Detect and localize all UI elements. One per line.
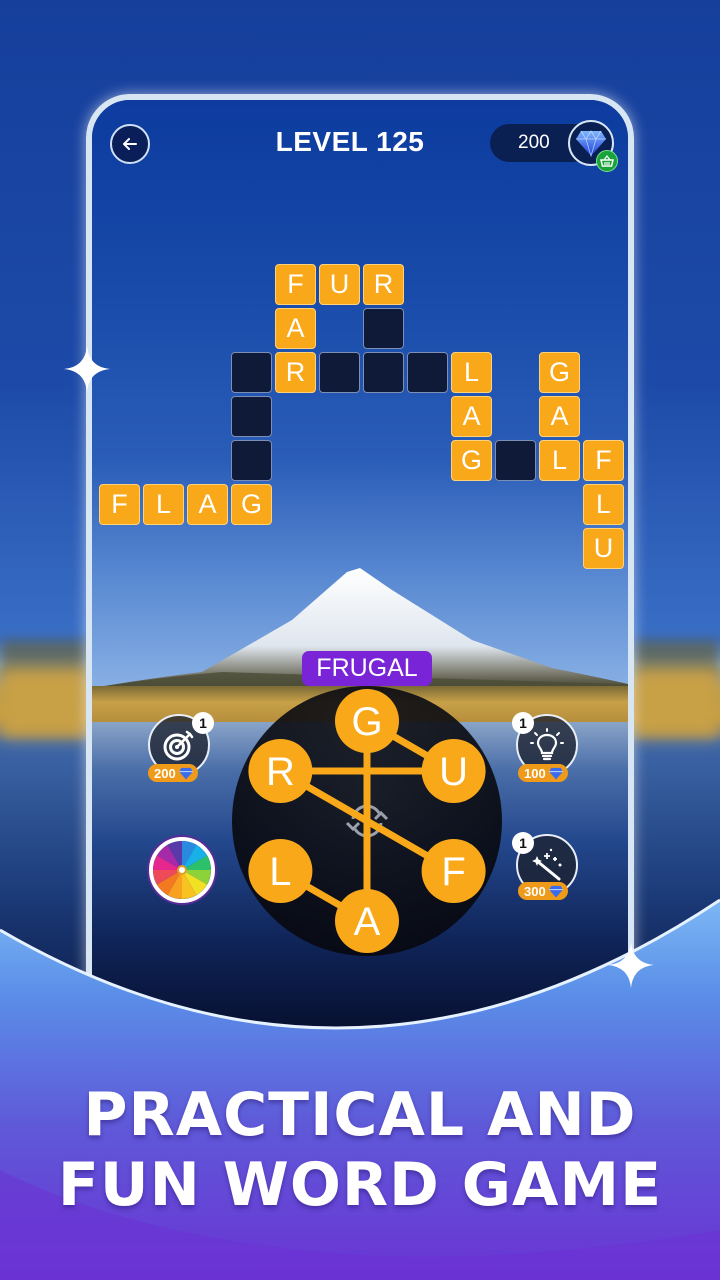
top-bar: LEVEL 125 200 xyxy=(92,100,628,190)
wheel-letter-label: L xyxy=(269,850,291,894)
grid-tile-letter: R xyxy=(363,264,404,305)
basket-icon xyxy=(600,155,614,167)
letter-wheel[interactable]: G U F A L R xyxy=(232,686,502,956)
wheel-letter-label: R xyxy=(266,750,295,794)
wheel-letter-label: G xyxy=(351,700,382,744)
grid-tile-letter: U xyxy=(319,264,360,305)
magic-booster-price: 300 xyxy=(518,882,568,900)
magic-wand-icon xyxy=(532,848,562,881)
grid-tile-letter: L xyxy=(539,440,580,481)
grid-tile-empty xyxy=(319,352,360,393)
hint-booster-count: 1 xyxy=(512,712,534,734)
grid-tile-empty xyxy=(407,352,448,393)
wheel-letter[interactable]: L xyxy=(248,839,313,903)
grid-tile-letter: R xyxy=(275,352,316,393)
shop-badge[interactable] xyxy=(596,150,618,172)
spin-wheel-button[interactable] xyxy=(149,837,215,903)
grid-tile-empty xyxy=(231,352,272,393)
diamond-icon xyxy=(548,885,563,898)
sparkle-icon xyxy=(608,942,654,988)
grid-tile-letter: A xyxy=(539,396,580,437)
grid-tile-empty xyxy=(231,396,272,437)
current-word-badge: FRUGAL xyxy=(302,651,432,686)
grid-tile-empty xyxy=(363,352,404,393)
target-icon xyxy=(163,730,194,761)
diamond-icon xyxy=(178,767,193,780)
wheel-letter-label: A xyxy=(354,900,381,944)
grid-tile-letter: L xyxy=(583,484,624,525)
gem-count: 200 xyxy=(518,132,550,153)
phone-frame: LEVEL 125 200 FURARLGAAGLFFLAGLU FRUGAL … xyxy=(86,94,634,1094)
grid-tile-empty xyxy=(231,440,272,481)
grid-tile-letter: A xyxy=(275,308,316,349)
wheel-letter[interactable]: U xyxy=(421,739,486,803)
magic-booster-price-value: 300 xyxy=(524,883,546,899)
wheel-letter[interactable]: G xyxy=(335,689,399,753)
target-booster-count: 1 xyxy=(192,712,214,734)
letter-wheel-svg: G U F A L R xyxy=(248,689,486,953)
wheel-letter-label: U xyxy=(439,750,468,794)
target-booster-price: 200 xyxy=(148,764,198,782)
wheel-letter[interactable]: A xyxy=(335,889,399,953)
grid-tile-letter: F xyxy=(583,440,624,481)
magic-booster-count: 1 xyxy=(512,832,534,854)
target-booster-price-value: 200 xyxy=(154,765,176,781)
grid-tile-letter: F xyxy=(275,264,316,305)
tagline-line-1: PRACTICAL AND xyxy=(83,1080,637,1150)
grid-tile-empty xyxy=(495,440,536,481)
sparkle-icon xyxy=(64,346,110,392)
prize-wheel-hub xyxy=(177,865,187,875)
wheel-letter[interactable]: R xyxy=(248,739,313,803)
grid-tile-letter: G xyxy=(539,352,580,393)
diamond-icon xyxy=(548,767,563,780)
hint-booster-price: 100 xyxy=(518,764,568,782)
grid-tile-letter: G xyxy=(451,440,492,481)
lightbulb-icon xyxy=(530,728,564,761)
grid-tile-letter: L xyxy=(143,484,184,525)
tagline-line-2: FUN WORD GAME xyxy=(57,1150,663,1220)
side-grass-left xyxy=(0,668,90,738)
grid-tile-letter: A xyxy=(451,396,492,437)
hint-booster-price-value: 100 xyxy=(524,765,546,781)
grid-tile-letter: F xyxy=(99,484,140,525)
grid-tile-letter: U xyxy=(583,528,624,569)
side-grass-right xyxy=(632,668,720,738)
wheel-letter-label: F xyxy=(441,850,465,894)
grid-tile-empty xyxy=(363,308,404,349)
wheel-letter[interactable]: F xyxy=(421,839,486,903)
grid-tile-letter: A xyxy=(187,484,228,525)
prize-wheel-icon xyxy=(153,841,211,899)
grid-tile-letter: G xyxy=(231,484,272,525)
grid-tile-letter: L xyxy=(451,352,492,393)
